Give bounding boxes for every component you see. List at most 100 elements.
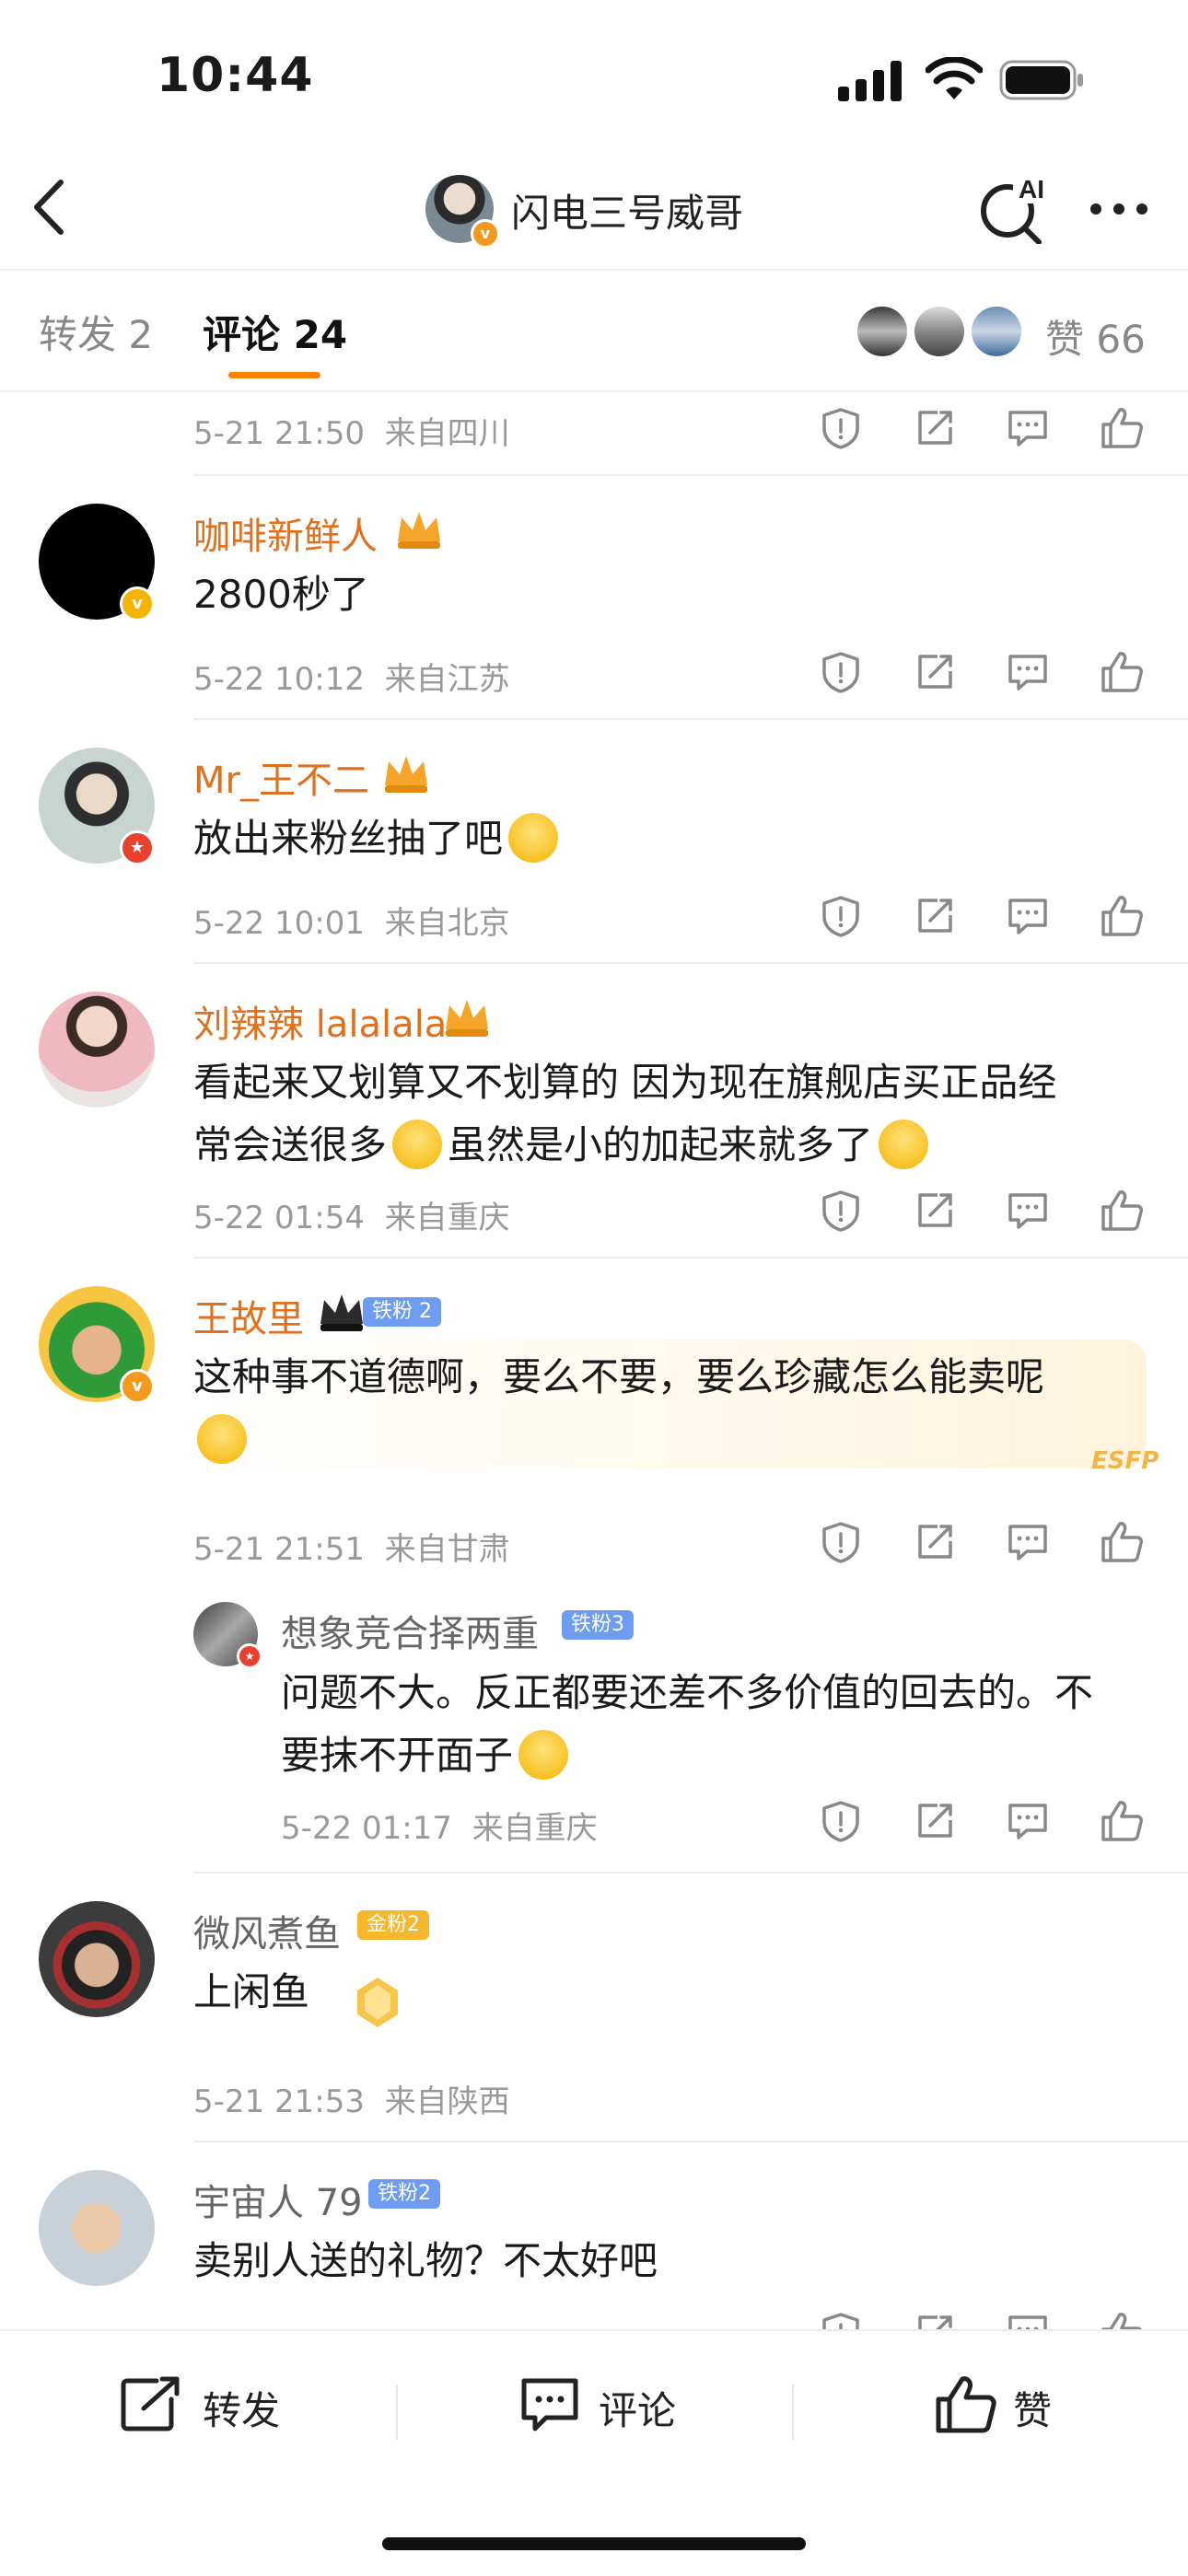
active-tab-indicator [228,372,320,378]
comment-meta: 5-21 21:50 来自四川 [193,408,510,453]
cellular-signal-icon [838,61,902,101]
verified-badge: ★ [237,1643,262,1669]
reply-icon[interactable] [1007,1521,1049,1563]
repost-button[interactable]: 转发 [203,2380,280,2436]
comment-divider [193,2141,1188,2142]
shush-emoji-icon [197,1413,247,1464]
liker-avatar[interactable] [912,304,967,359]
comment-meta: 5-22 10:12 来自江苏 [193,654,510,699]
report-icon[interactable] [820,1521,862,1563]
share-icon[interactable] [914,1800,956,1842]
repost-icon[interactable] [120,2375,184,2432]
reply-icon[interactable] [1007,895,1049,937]
crown-icon [446,1000,488,1037]
reply-icon[interactable] [1007,651,1049,693]
report-icon[interactable] [820,1800,862,1842]
comment-text: 放出来粉丝抽了吧 [193,807,564,870]
laugh-cry-emoji-icon [392,1119,443,1169]
share-icon[interactable] [914,651,956,693]
nav-divider [0,269,1188,271]
share-icon[interactable] [914,407,956,449]
comment-location: 来自陕西 [384,2083,510,2120]
like-button[interactable]: 赞 [1013,2380,1052,2436]
tab-comments[interactable]: 评论 24 [203,304,347,360]
status-time: 10:44 [157,48,314,103]
comment-text-line [193,1409,252,1471]
comment-text-line: 常会送很多 虽然是小的加起来就多了 [193,1114,934,1177]
report-icon[interactable] [820,407,862,449]
tab-repost[interactable]: 转发 2 [39,304,153,360]
comment-date: 5-22 01:54 [193,1200,365,1236]
verified-badge: v [471,219,500,249]
laugh-cry-emoji-icon [518,1729,569,1780]
back-icon[interactable] [26,175,72,239]
ai-search-icon[interactable]: AI [978,170,1052,244]
like-icon[interactable] [1101,1521,1143,1563]
reply-location: 来自重庆 [472,1810,598,1847]
comment-text: 卖别人送的礼物？不太好吧 [193,2238,658,2283]
comment-divider [193,718,1188,720]
tabs-divider [0,390,1188,392]
report-icon[interactable] [820,895,862,937]
share-icon[interactable] [914,895,956,937]
like-icon[interactable] [1101,1800,1143,1842]
commenter-name[interactable]: 宇宙人 79 [193,2173,363,2226]
bottom-separator [792,2385,794,2440]
like-icon[interactable] [1101,651,1143,693]
comment-location: 来自北京 [384,905,510,942]
reply-text-line: 问题不大。反正都要还差不多价值的回去的。不 [281,1670,1094,1715]
commenter-avatar[interactable] [39,2170,155,2286]
verified-badge: v [120,586,155,621]
report-icon[interactable] [820,1189,862,1232]
laugh-cry-emoji-icon [879,1119,929,1169]
comment-text-segment: 虽然是小的加起来就多了 [448,1122,874,1167]
more-options-icon[interactable] [1087,195,1151,223]
comment-button[interactable]: 评论 [599,2380,676,2436]
share-icon[interactable] [914,1521,956,1563]
comment-date: 5-21 21:50 [193,415,365,452]
commenter-name[interactable]: 咖啡新鲜人 [193,506,378,560]
reply-meta: 5-22 01:17 来自重庆 [281,1803,598,1848]
liker-avatar[interactable] [855,304,910,359]
comment-location: 来自江苏 [384,661,510,698]
comment-icon[interactable] [518,2375,581,2434]
bottom-separator [396,2385,398,2440]
comment-divider [193,1257,1188,1259]
comment-date: 5-22 10:01 [193,905,365,942]
share-icon[interactable] [914,1189,956,1232]
like-icon[interactable] [1101,895,1143,937]
comment-text: 2800秒了 [193,572,369,617]
comment-divider [193,474,1188,476]
fan-level-badge: 铁粉2 [368,2179,440,2209]
liker-avatar[interactable] [969,304,1024,359]
commenter-name[interactable]: 微风煮鱼 [193,1904,341,1957]
fan-level-badge: 金粉2 [357,1910,429,1940]
likes-count[interactable]: 赞 66 [1045,308,1146,365]
reply-icon[interactable] [1007,1800,1049,1842]
comment-text: 上闲鱼 [193,1969,310,2014]
like-icon[interactable] [935,2373,997,2434]
commenter-name[interactable]: Mr_王不二 [193,750,369,804]
comment-location: 来自重庆 [384,1200,510,1236]
commenter-name[interactable]: 刘辣辣 lalalala [193,994,447,1048]
page-title[interactable]: 闪电三号威哥 [511,182,743,238]
comment-date: 5-21 21:51 [193,1531,365,1568]
reply-name[interactable]: 想象竞合择两重 [281,1604,539,1657]
battery-icon [999,60,1083,100]
crown-icon [385,756,427,793]
comment-text-segment: 常会送很多 [193,1122,388,1167]
reply-icon[interactable] [1007,1189,1049,1232]
report-icon[interactable] [820,651,862,693]
commenter-name[interactable]: 王故里 [193,1289,304,1342]
like-icon[interactable] [1101,407,1143,449]
comment-text-line: 看起来又划算又不划算的 因为现在旗舰店买正品经 [193,1060,1057,1105]
commenter-avatar[interactable] [39,1901,155,2017]
reply-icon[interactable] [1007,407,1049,449]
like-icon[interactable] [1101,1189,1143,1232]
fan-level-badge: 铁粉3 [562,1610,634,1640]
mbti-tag: ESFP [1091,1447,1159,1475]
comment-location: 来自四川 [384,415,510,452]
commenter-avatar[interactable] [39,992,155,1108]
comment-date: 5-22 10:12 [193,661,365,698]
crown-icon [320,1294,363,1331]
